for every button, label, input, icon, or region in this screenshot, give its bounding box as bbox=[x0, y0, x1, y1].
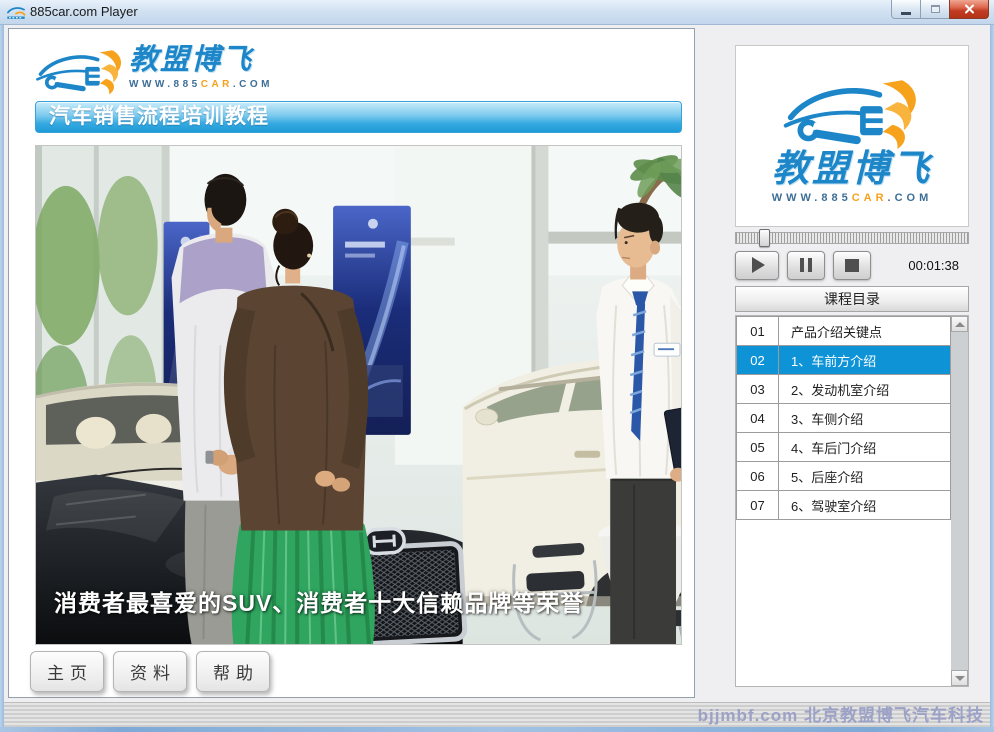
play-button[interactable] bbox=[735, 251, 779, 280]
player-controls: 00:01:38 bbox=[735, 249, 969, 281]
playlist: 01产品介绍关键点 021、车前方介绍 032、发动机室介绍 043、车侧介绍 … bbox=[735, 315, 969, 687]
scrollbar[interactable] bbox=[951, 316, 968, 686]
brand-name: 教盟博飞 bbox=[129, 43, 273, 77]
playlist-row[interactable]: 076、驾驶室介绍 bbox=[737, 491, 951, 520]
window-frame-right bbox=[990, 25, 994, 732]
play-icon bbox=[752, 257, 765, 273]
seek-thumb[interactable] bbox=[759, 229, 770, 247]
stop-icon bbox=[845, 259, 859, 272]
scroll-up-button[interactable] bbox=[951, 316, 968, 332]
sidebar-logo-box: 教盟博飞 WWW.885CAR.COM bbox=[735, 45, 969, 227]
playlist-header: 课程目录 bbox=[735, 286, 969, 312]
playlist-row[interactable]: 021、车前方介绍 bbox=[737, 346, 951, 375]
scroll-down-button[interactable] bbox=[951, 670, 968, 686]
materials-button[interactable]: 资料 bbox=[113, 651, 187, 692]
maximize-icon bbox=[931, 5, 940, 13]
playlist-row[interactable]: 032、发动机室介绍 bbox=[737, 375, 951, 404]
playlist-row[interactable]: 065、后座介绍 bbox=[737, 462, 951, 491]
window-frame-bottom bbox=[0, 727, 994, 732]
minimize-icon bbox=[901, 12, 911, 15]
status-text: bjjmbf.com 北京教盟博飞汽车科技 bbox=[698, 706, 990, 725]
playlist-row[interactable]: 043、车侧介绍 bbox=[737, 404, 951, 433]
app-icon bbox=[6, 5, 26, 20]
caption-buttons bbox=[891, 0, 989, 19]
course-title: 汽车销售流程培训教程 bbox=[36, 102, 681, 132]
minimize-button[interactable] bbox=[891, 0, 921, 19]
brand-logo-text: 教盟博飞 WWW.885CAR.COM bbox=[129, 43, 273, 90]
stop-button[interactable] bbox=[833, 251, 871, 280]
playlist-row[interactable]: 054、车后门介绍 bbox=[737, 433, 951, 462]
brand-url: WWW.885CAR.COM bbox=[772, 192, 933, 204]
scroll-down-icon bbox=[955, 676, 965, 681]
video-subtitle: 消费者最喜爱的SUV、消费者十大信赖品牌等荣誉 bbox=[54, 584, 584, 618]
video-frame bbox=[36, 146, 681, 644]
close-icon bbox=[964, 4, 975, 14]
scroll-up-icon bbox=[955, 322, 965, 327]
titlebar[interactable]: 885car.com Player bbox=[0, 0, 994, 25]
nav-buttons: 主页 资料 帮助 bbox=[30, 651, 279, 692]
course-title-bar: 汽车销售流程培训教程 bbox=[35, 101, 682, 133]
brand-logo: 教盟博飞 WWW.885CAR.COM bbox=[33, 43, 273, 97]
main-panel: 教盟博飞 WWW.885CAR.COM 汽车销售流程培训教程 bbox=[8, 28, 695, 698]
help-button[interactable]: 帮助 bbox=[196, 651, 270, 692]
playlist-table: 01产品介绍关键点 021、车前方介绍 032、发动机室介绍 043、车侧介绍 … bbox=[736, 316, 951, 520]
maximize-button[interactable] bbox=[921, 0, 949, 19]
app-window: 885car.com Player 教盟博飞 WWW.885CAR.COM 汽车… bbox=[0, 0, 994, 732]
video-player[interactable]: 消费者最喜爱的SUV、消费者十大信赖品牌等荣誉 bbox=[35, 145, 682, 645]
playlist-row[interactable]: 01产品介绍关键点 bbox=[737, 317, 951, 346]
brand-logo-icon bbox=[773, 69, 931, 153]
close-button[interactable] bbox=[949, 0, 989, 19]
brand-logo-icon bbox=[33, 43, 127, 97]
client-area: 教盟博飞 WWW.885CAR.COM 汽车销售流程培训教程 bbox=[4, 25, 990, 702]
status-bar: bjjmbf.com 北京教盟博飞汽车科技 bbox=[4, 702, 990, 727]
time-display: 00:01:38 bbox=[908, 258, 969, 273]
seek-bar[interactable] bbox=[735, 232, 969, 244]
brand-url: WWW.885CAR.COM bbox=[129, 79, 273, 90]
pause-button[interactable] bbox=[787, 251, 825, 280]
pause-icon bbox=[798, 258, 814, 272]
home-button[interactable]: 主页 bbox=[30, 651, 104, 692]
brand-name: 教盟博飞 bbox=[772, 149, 932, 189]
window-title: 885car.com Player bbox=[30, 4, 138, 19]
